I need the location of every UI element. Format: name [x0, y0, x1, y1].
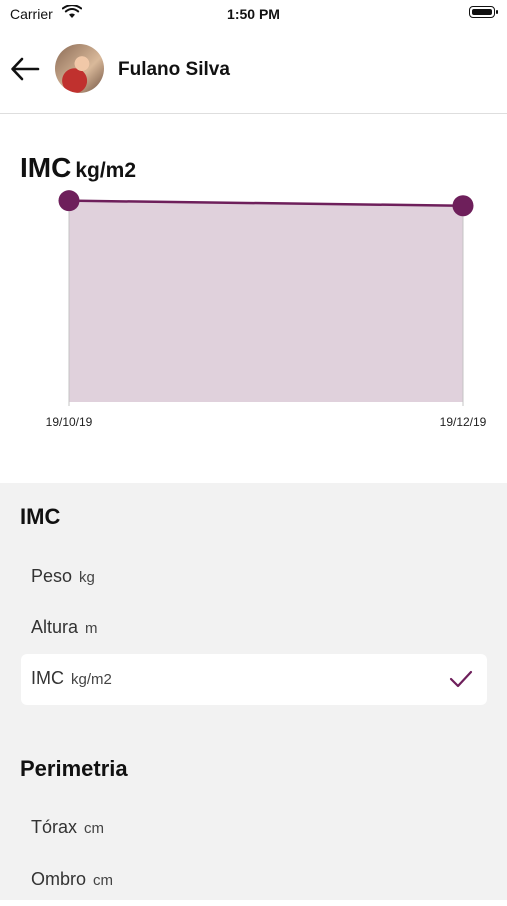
imc-chart: 24.6919/10/1924.0719/12/19: [46, 190, 487, 429]
option-label: Ombro cm: [31, 869, 114, 889]
option-ombro[interactable]: Ombro cm: [21, 855, 487, 906]
chart-tick-label: 19/12/19: [440, 415, 487, 429]
chart-point: [452, 195, 474, 217]
checkmark-icon: [449, 670, 473, 688]
option-label: Peso kg: [31, 566, 95, 586]
option-peso[interactable]: Peso kg: [21, 552, 487, 603]
option-label: Tórax cm: [31, 817, 105, 837]
chart-point: [58, 190, 80, 212]
chart-area: [69, 200, 463, 402]
option-label: IMC kg/m2: [31, 668, 112, 688]
section-title-imc: IMC: [20, 504, 61, 529]
status-bar: Carrier 1:50 PM: [0, 0, 507, 28]
options-panel: IMC Peso kg Altura m IMC kg/m2 Perimetria T…: [0, 483, 507, 900]
battery-icon: [469, 6, 498, 18]
arrow-left-icon[interactable]: [10, 56, 40, 82]
option-altura[interactable]: Altura m: [21, 603, 487, 654]
option-label: Altura m: [31, 617, 98, 637]
status-time: 1:50 PM: [227, 6, 280, 22]
section-title-perimetria: Perimetria: [20, 756, 128, 781]
chart-title-text: IMC: [20, 152, 72, 183]
user-name: Fulano Silva: [118, 59, 230, 80]
chart-title-unit: kg/m2: [75, 159, 137, 182]
nav-header: Fulano Silva: [0, 28, 507, 114]
chart-title: IMC kg/m2: [20, 152, 136, 184]
option-torax[interactable]: Tórax cm: [21, 803, 487, 854]
chart-tick-label: 19/10/19: [46, 415, 93, 429]
avatar[interactable]: [55, 44, 104, 93]
option-imc[interactable]: IMC kg/m2: [21, 654, 487, 705]
